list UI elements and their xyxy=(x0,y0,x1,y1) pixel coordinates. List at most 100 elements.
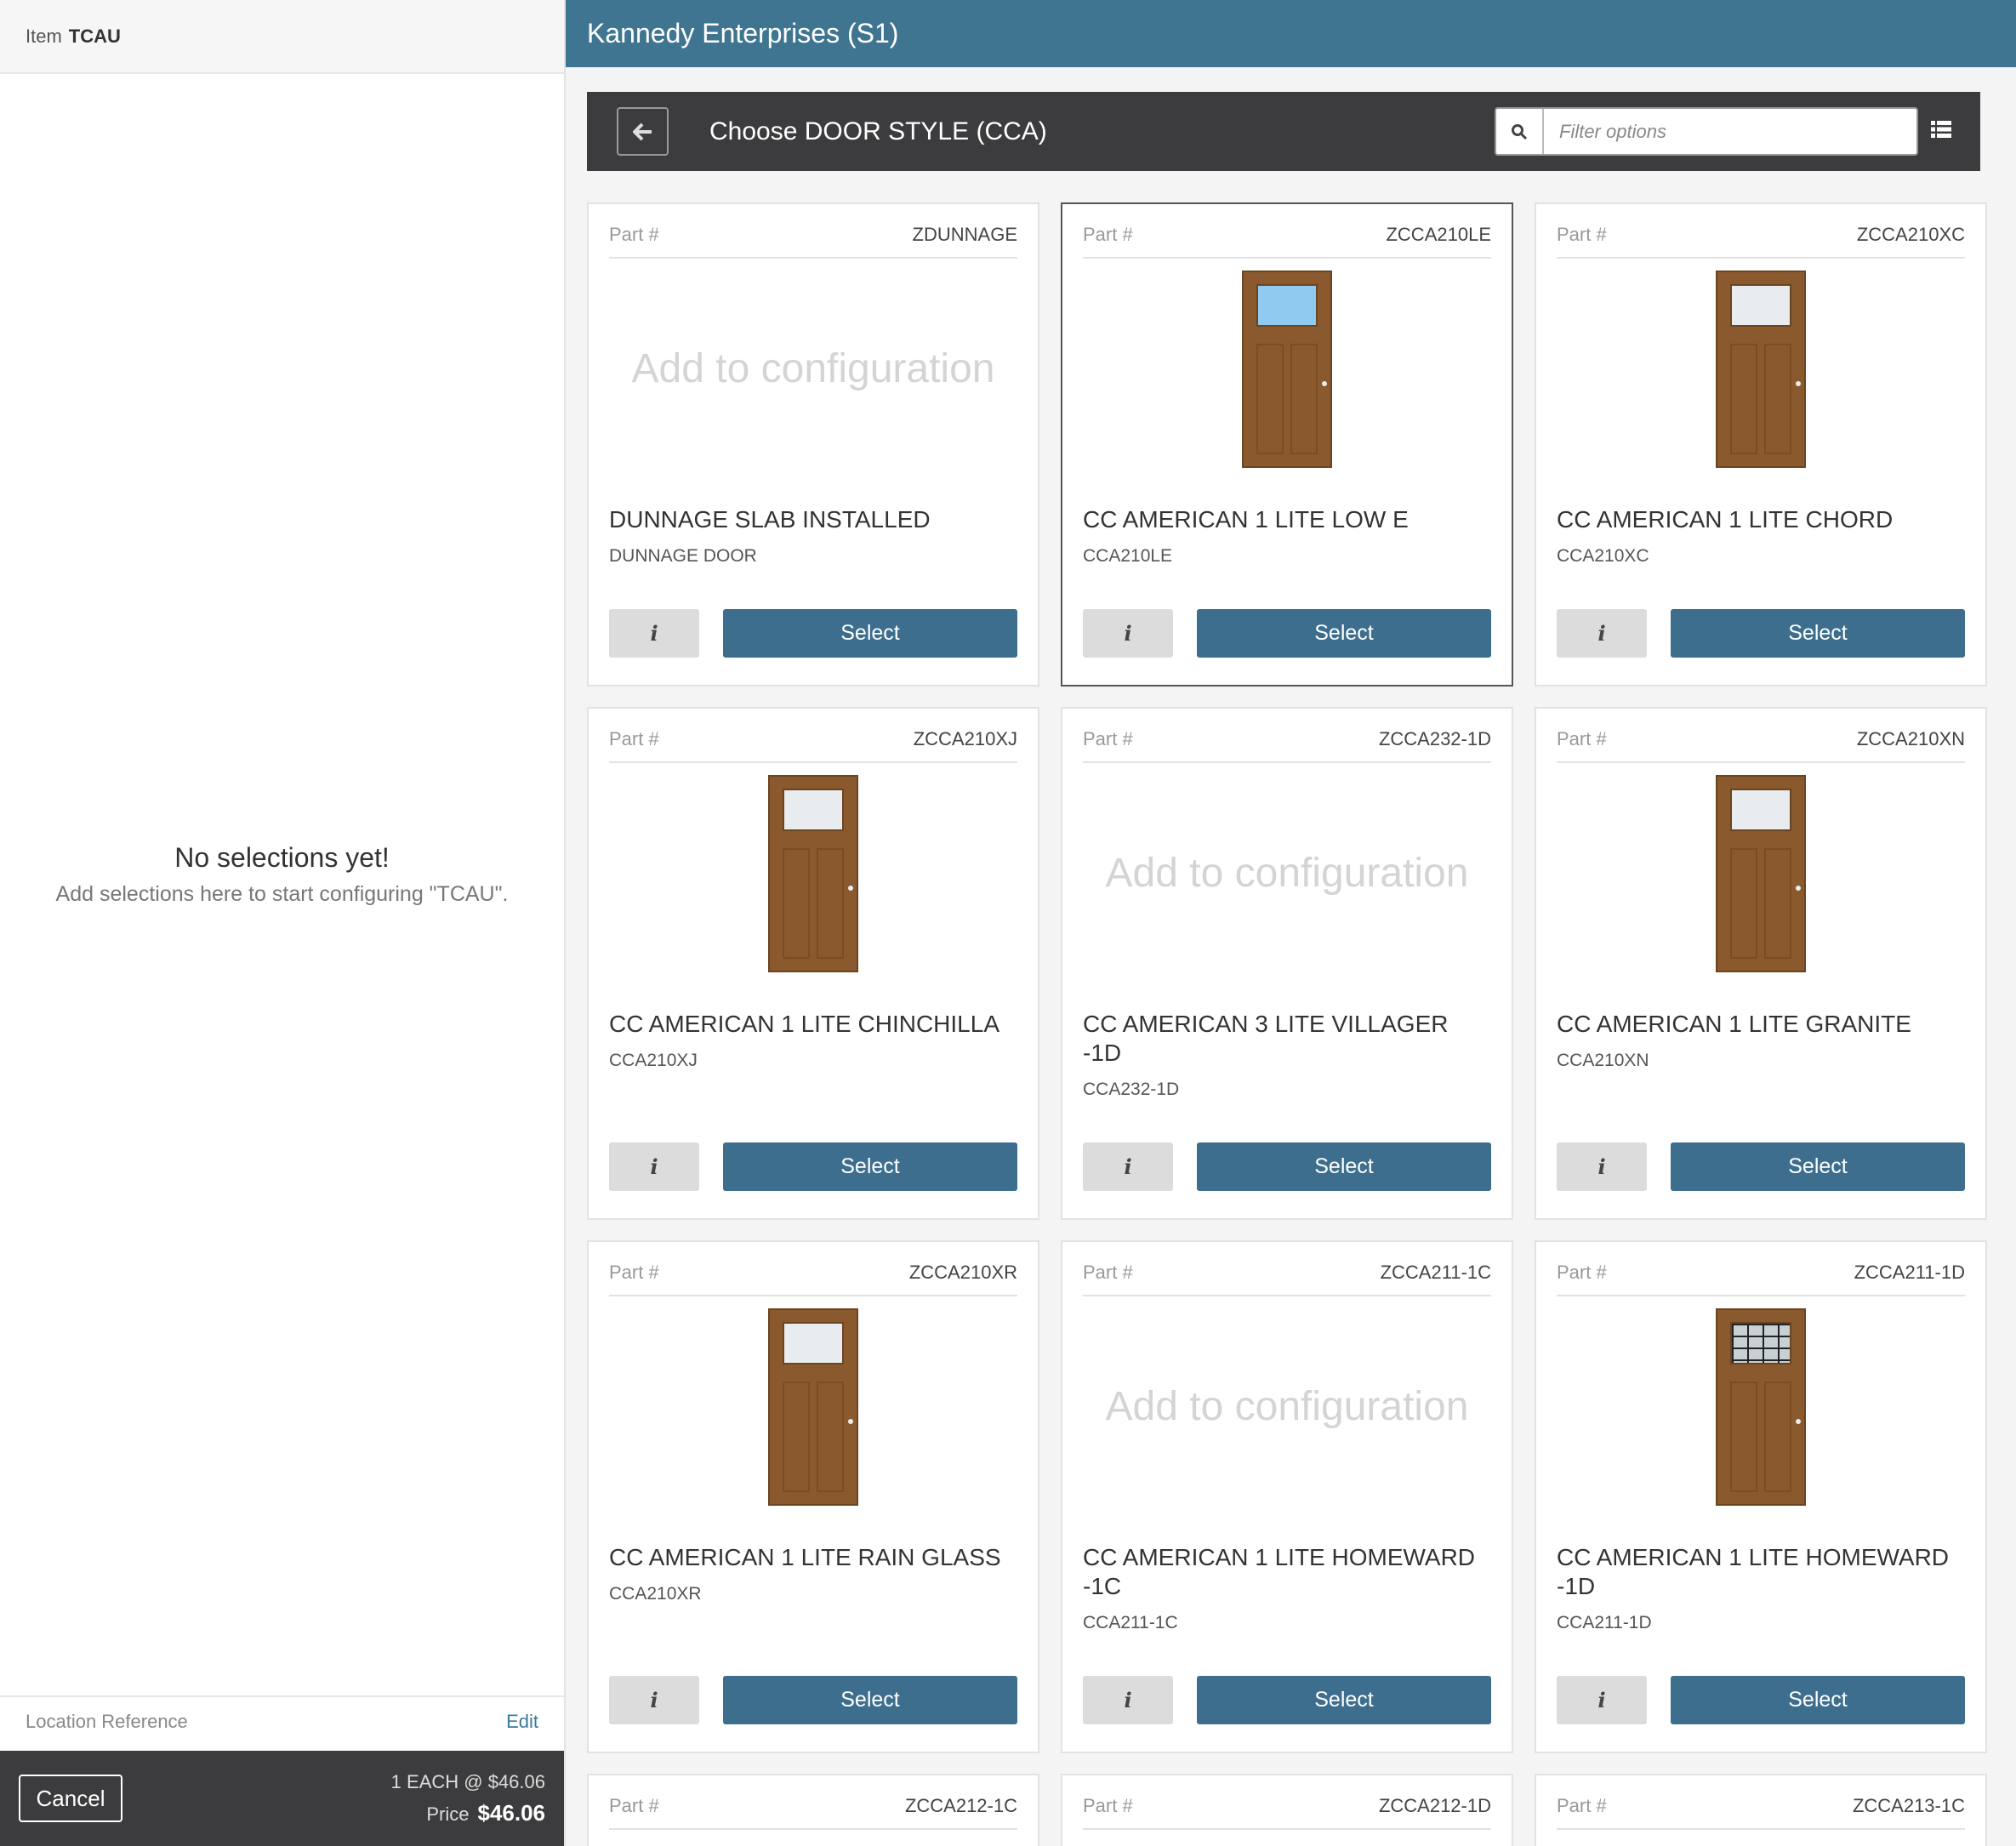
door-grid-glass-image xyxy=(1716,1308,1806,1506)
part-number: ZCCA232-1D xyxy=(1378,728,1491,749)
info-button[interactable]: i xyxy=(609,1676,699,1724)
option-title: DUNNAGE SLAB INSTALLED xyxy=(609,506,931,533)
empty-subtitle: Add selections here to start configuring… xyxy=(55,882,509,906)
part-row: Part # ZCCA213-1C xyxy=(1557,1775,1965,1830)
image-area: Add to configuration xyxy=(1083,763,1491,984)
card-actions: i Select xyxy=(609,1142,1017,1191)
company-header: Kannedy Enterprises (S1) xyxy=(566,0,2016,67)
search-icon[interactable] xyxy=(1496,109,1544,154)
price-value: $46.06 xyxy=(477,1799,545,1826)
option-card: Part # ZCCA213-1C xyxy=(1535,1774,1987,1846)
info-button[interactable]: i xyxy=(1083,1142,1173,1191)
item-header: Item TCAU xyxy=(0,0,564,74)
select-button[interactable]: Select xyxy=(1197,609,1491,658)
cancel-button[interactable]: Cancel xyxy=(19,1775,122,1822)
option-code: CCA211-1C xyxy=(1083,1613,1178,1632)
option-title: CC AMERICAN 1 LITE HOMEWARD -1D xyxy=(1557,1544,1950,1599)
select-button[interactable]: Select xyxy=(1671,1676,1965,1724)
image-area xyxy=(1557,1296,1965,1518)
part-row: Part # ZCCA210XJ xyxy=(609,709,1017,763)
footer-bar: Cancel 1 EACH @ $46.06 Price $46.06 xyxy=(0,1751,564,1846)
edit-location-link[interactable]: Edit xyxy=(506,1711,538,1733)
add-to-configuration-placeholder: Add to configuration xyxy=(631,346,995,391)
part-number: ZCCA210XR xyxy=(908,1262,1017,1283)
info-button[interactable]: i xyxy=(1083,1676,1173,1724)
part-row: Part # ZCCA211-1C xyxy=(1083,1242,1491,1296)
image-area: Add to configuration xyxy=(1083,1296,1491,1518)
card-actions: i Select xyxy=(1083,1142,1491,1191)
part-row: Part # ZCCA211-1D xyxy=(1557,1242,1965,1296)
info-button[interactable]: i xyxy=(1557,609,1647,658)
price-summary: 1 EACH @ $46.06 Price $46.06 xyxy=(391,1771,545,1826)
chooser-title: Choose DOOR STYLE (CCA) xyxy=(709,117,1047,145)
price-line: Price $46.06 xyxy=(391,1800,545,1826)
door-frosted-image xyxy=(1716,271,1806,468)
price-label: Price xyxy=(426,1803,470,1825)
part-label: Part # xyxy=(1557,1262,1607,1283)
select-button[interactable]: Select xyxy=(723,609,1017,658)
info-button[interactable]: i xyxy=(1557,1676,1647,1724)
info-button[interactable]: i xyxy=(609,609,699,658)
part-number: ZDUNNAGE xyxy=(912,224,1017,245)
image-area: Add to configuration xyxy=(609,259,1017,480)
card-actions: i Select xyxy=(1557,1142,1965,1191)
option-code: CCA210XJ xyxy=(609,1051,698,1070)
location-reference-row: Location Reference Edit xyxy=(0,1695,564,1746)
add-to-configuration-placeholder: Add to configuration xyxy=(1105,1384,1469,1429)
select-button[interactable]: Select xyxy=(723,1142,1017,1191)
info-button[interactable]: i xyxy=(1557,1142,1647,1191)
list-view-icon[interactable] xyxy=(1931,121,1951,138)
select-button[interactable]: Select xyxy=(723,1676,1017,1724)
part-label: Part # xyxy=(1557,728,1607,749)
item-label: Item xyxy=(26,25,62,47)
option-card: Part # ZCCA210XN CC AMERICAN 1 LITE GRANI… xyxy=(1535,707,1987,1220)
info-button[interactable]: i xyxy=(1083,609,1173,658)
empty-title: No selections yet! xyxy=(174,842,390,873)
option-code: CCA210XN xyxy=(1557,1051,1649,1070)
part-row: Part # ZDUNNAGE xyxy=(609,204,1017,259)
part-row: Part # ZCCA210XR xyxy=(609,1242,1017,1296)
card-actions: i Select xyxy=(609,1676,1017,1724)
part-number: ZCCA210XJ xyxy=(913,728,1017,749)
info-button[interactable]: i xyxy=(609,1142,699,1191)
part-row: Part # ZCCA210XC xyxy=(1557,204,1965,259)
filter-box xyxy=(1495,107,1918,156)
part-row: Part # ZCCA212-1C xyxy=(609,1775,1017,1830)
select-button[interactable]: Select xyxy=(1197,1142,1491,1191)
option-title: CC AMERICAN 1 LITE CHINCHILLA xyxy=(609,1011,999,1037)
part-number: ZCCA212-1C xyxy=(904,1795,1017,1816)
option-title: CC AMERICAN 1 LITE CHORD xyxy=(1557,506,1894,533)
door-low-e-image xyxy=(1242,271,1332,468)
option-title: CC AMERICAN 1 LITE LOW E xyxy=(1083,506,1409,533)
card-actions: i Select xyxy=(609,609,1017,658)
select-button[interactable]: Select xyxy=(1671,609,1965,658)
item-code: TCAU xyxy=(68,25,121,47)
part-label: Part # xyxy=(609,1795,659,1816)
part-label: Part # xyxy=(1083,728,1133,749)
selection-panel: Item TCAU No selections yet! Add selecti… xyxy=(0,0,566,1846)
option-card: Part # ZCCA211-1C Add to configuration CC… xyxy=(1061,1240,1513,1753)
option-code: CCA211-1D xyxy=(1557,1613,1652,1632)
select-button[interactable]: Select xyxy=(1197,1676,1491,1724)
company-title: Kannedy Enterprises (S1) xyxy=(587,18,899,48)
select-button[interactable]: Select xyxy=(1671,1142,1965,1191)
quantity-line: 1 EACH @ $46.06 xyxy=(390,1770,545,1792)
option-card: Part # ZCCA210LE CC AMERICAN 1 LITE LOW E… xyxy=(1061,202,1513,687)
option-code: CCA232-1D xyxy=(1083,1080,1180,1099)
image-area xyxy=(609,763,1017,984)
part-row: Part # ZCCA210XN xyxy=(1557,709,1965,763)
part-label: Part # xyxy=(1557,1795,1607,1816)
option-card: Part # ZCCA212-1C xyxy=(587,1774,1039,1846)
filter-input[interactable] xyxy=(1544,109,1916,154)
part-label: Part # xyxy=(1557,224,1607,245)
option-title: CC AMERICAN 3 LITE VILLAGER -1D xyxy=(1083,1011,1449,1066)
card-actions: i Select xyxy=(1083,609,1491,658)
option-title: CC AMERICAN 1 LITE GRANITE xyxy=(1557,1011,1911,1037)
part-number: ZCCA210LE xyxy=(1386,224,1491,245)
option-card: Part # ZCCA211-1D CC AMERICAN 1 LITE HOME… xyxy=(1535,1240,1987,1753)
door-frosted-image xyxy=(1716,775,1806,972)
back-button[interactable] xyxy=(617,107,669,156)
catalog-panel: Kannedy Enterprises (S1) Choose DOOR STY… xyxy=(566,0,2016,1846)
chooser-bar: Choose DOOR STYLE (CCA) xyxy=(587,92,1980,171)
part-label: Part # xyxy=(609,728,659,749)
